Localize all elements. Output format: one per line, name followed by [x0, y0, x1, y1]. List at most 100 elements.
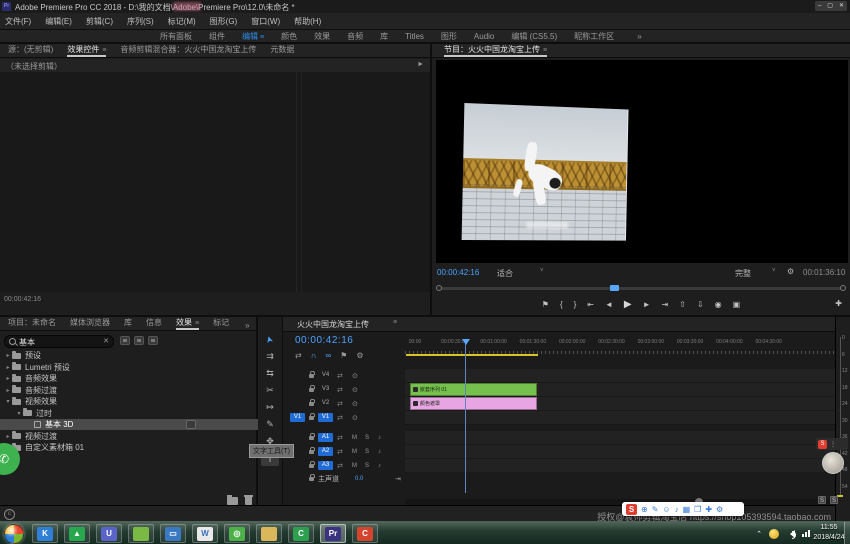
program-monitor-video[interactable]	[436, 60, 848, 263]
menu-item-6[interactable]: 窗口(W)	[251, 16, 280, 27]
track-lane[interactable]	[405, 411, 835, 425]
workspace-tab-11[interactable]: 昵称工作区	[574, 31, 614, 42]
scrub-right-handle[interactable]	[840, 285, 846, 291]
track-select-forward-tool[interactable]: ⇉	[261, 349, 279, 364]
track-target-A1[interactable]: A1	[318, 433, 333, 442]
settings-icon[interactable]: ⚙	[716, 505, 723, 514]
chevron-down-icon[interactable]: ˅	[772, 268, 776, 274]
menu-item-2[interactable]: 剪辑(C)	[86, 16, 113, 27]
workspace-tab-9[interactable]: Audio	[474, 32, 494, 41]
program-scrubber[interactable]	[432, 281, 850, 295]
lock-icon[interactable]	[309, 436, 314, 440]
playhead-handle[interactable]	[462, 339, 470, 345]
go-to-in-button[interactable]: ⇤	[587, 300, 594, 309]
panel-menu-icon[interactable]: ≡	[543, 47, 547, 54]
workspace-tab-6[interactable]: 库	[380, 31, 388, 42]
work-area-bar[interactable]	[406, 354, 538, 356]
lock-icon[interactable]	[309, 464, 314, 468]
tab-project-4[interactable]: 效果≡	[176, 317, 199, 330]
chevron-right-icon[interactable]: ▸	[4, 375, 12, 382]
tree-item-1[interactable]: ▸Lumetri 预设	[0, 362, 260, 373]
add-button-icon[interactable]: ✚	[835, 299, 842, 308]
taskbar-app-camtasia[interactable]: C	[288, 524, 314, 543]
menu-item-7[interactable]: 帮助(H)	[294, 16, 321, 27]
solo-button[interactable]: S	[365, 435, 369, 441]
track-visible-eye-icon[interactable]: ⊙	[352, 414, 358, 422]
track-target-V4[interactable]: V4	[318, 371, 333, 380]
title-bar[interactable]: Pr Adobe Premiere Pro CC 2018 - D:\我的文档\…	[0, 0, 850, 14]
timeline-timecode[interactable]: 00:00:42:16	[295, 335, 353, 346]
playback-quality-dropdown[interactable]: 完整	[735, 268, 751, 279]
chevron-down-icon[interactable]: ▾	[4, 398, 12, 405]
tree-item-0[interactable]: ▸预设	[0, 350, 260, 361]
track-target-A2[interactable]: A2	[318, 447, 333, 456]
yuv-effects-filter-icon[interactable]	[148, 336, 158, 345]
tree-item-7[interactable]: ▸视频过渡	[0, 431, 260, 442]
floating-avatar[interactable]	[822, 452, 844, 474]
tab-program[interactable]: 节目：火火中国龙淘宝上传≡	[444, 44, 547, 57]
track-visible-eye-icon[interactable]: ⊙	[352, 372, 358, 380]
track-target-V1[interactable]: V1	[318, 413, 333, 422]
workspace-tab-8[interactable]: 图形	[441, 31, 457, 42]
workspace-tab-5[interactable]: 音频	[347, 31, 363, 42]
tree-item-4[interactable]: ▾视频效果	[0, 396, 260, 407]
master-gain-value[interactable]: 0.0	[355, 476, 363, 482]
window-controls[interactable]: – ▢ ✕	[815, 1, 847, 11]
tab-project-3[interactable]: 信息	[146, 317, 162, 330]
tab-project-0[interactable]: 项目：未命名	[8, 317, 56, 330]
lang-toggle-icon[interactable]: ⊕	[641, 505, 648, 514]
panel-menu-icon[interactable]: ≡	[102, 47, 106, 54]
tab-project-1[interactable]: 媒体浏览器	[70, 317, 110, 330]
tree-item-5[interactable]: ▾过时	[0, 408, 271, 419]
lock-icon[interactable]	[309, 374, 314, 378]
chevron-down-icon[interactable]: ▾	[15, 410, 23, 417]
volume-icon[interactable]	[786, 530, 795, 538]
workspace-tab-0[interactable]: 所有面板	[160, 31, 192, 42]
voiceover-mic-icon[interactable]: ♪	[378, 463, 381, 469]
voiceover-mic-icon[interactable]: ♪	[378, 449, 381, 455]
chevron-right-icon[interactable]: ▸	[4, 364, 12, 371]
sync-lock-icon[interactable]: ⇄	[337, 434, 343, 442]
minimize-icon[interactable]: –	[818, 1, 821, 11]
panel-menu-icon[interactable]: ≡	[195, 320, 199, 327]
tray-expand-icon[interactable]: ⌃	[756, 530, 762, 538]
snap-icon[interactable]: ∩	[311, 351, 317, 360]
workspace-tab-2[interactable]: 编辑≡	[242, 31, 264, 42]
scrubber-playhead[interactable]	[610, 285, 619, 291]
workspace-overflow-icon[interactable]: »	[637, 32, 641, 41]
solo-button[interactable]: S	[830, 496, 838, 504]
tab-source-3[interactable]: 元数据	[270, 44, 294, 57]
new-custom-bin-icon[interactable]	[227, 497, 238, 505]
track-visible-eye-icon[interactable]: ⊙	[352, 386, 358, 394]
razor-tool[interactable]: ✂	[261, 383, 279, 398]
step-forward-button[interactable]: ►	[643, 300, 651, 309]
menu-item-3[interactable]: 序列(S)	[127, 16, 154, 27]
lock-icon[interactable]	[309, 477, 314, 481]
taskbar-app-red[interactable]: C	[352, 524, 378, 543]
clip-0[interactable]: 嵌套序列 01	[410, 383, 537, 396]
sogou-logo-icon[interactable]: S	[626, 504, 637, 515]
extract-button[interactable]: ⇩	[697, 300, 704, 309]
zoom-fit-dropdown[interactable]: 适合	[497, 268, 513, 279]
tab-source-0[interactable]: 源：(无剪辑)	[8, 44, 53, 57]
tree-item-2[interactable]: ▸音频效果	[0, 373, 260, 384]
track-lane[interactable]	[405, 369, 835, 383]
track-target-A3[interactable]: A3	[318, 461, 333, 470]
sync-lock-icon[interactable]: ⇄	[337, 448, 343, 456]
track-target-V2[interactable]: V2	[318, 399, 333, 408]
lock-icon[interactable]	[309, 450, 314, 454]
chevron-right-icon[interactable]: ▸	[4, 387, 12, 394]
search-value[interactable]: 基本	[19, 337, 35, 348]
add-marker-icon[interactable]: ⚑	[340, 351, 347, 360]
taskbar-app-u[interactable]: U	[96, 524, 122, 543]
menu-item-0[interactable]: 文件(F)	[5, 16, 31, 27]
source-patch-V1[interactable]: V1	[290, 413, 305, 422]
export-frame-button[interactable]: ◉	[715, 300, 722, 309]
tab-project-5[interactable]: 标记	[213, 317, 229, 330]
track-visible-eye-icon[interactable]: ⊙	[352, 400, 358, 408]
mark-out-button[interactable]: }	[574, 300, 577, 309]
taskbar-app-video[interactable]: ▭	[160, 524, 186, 543]
taskbar-app-k[interactable]: K	[32, 524, 58, 543]
accelerated-effects-filter-icon[interactable]	[120, 336, 130, 345]
track-lane[interactable]	[405, 445, 835, 459]
